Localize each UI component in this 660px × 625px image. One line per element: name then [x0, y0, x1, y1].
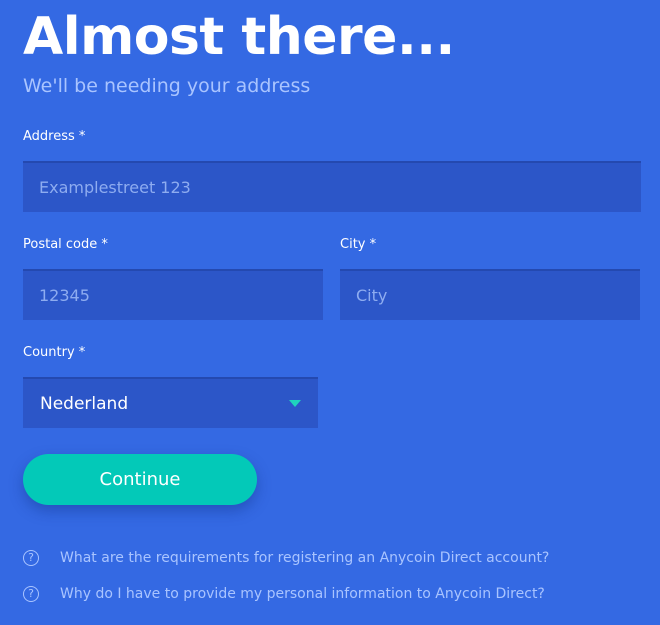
faq-link-requirements[interactable]: ? What are the requirements for register… [23, 547, 549, 569]
country-label: Country * [23, 345, 86, 360]
country-select[interactable]: Nederland [23, 377, 318, 428]
postal-code-label: Postal code * [23, 237, 108, 252]
postal-code-input[interactable] [23, 271, 323, 320]
continue-button[interactable]: Continue [23, 454, 257, 505]
city-field-wrapper [340, 269, 640, 320]
faq-link-text: What are the requirements for registerin… [60, 550, 550, 566]
address-field-wrapper [23, 161, 641, 212]
postal-code-field-wrapper [23, 269, 323, 320]
page-title: Almost there... [23, 7, 455, 67]
page-subtitle: We'll be needing your address [23, 75, 311, 97]
question-circle-icon: ? [23, 586, 39, 602]
address-label: Address * [23, 129, 86, 144]
faq-link-text: Why do I have to provide my personal inf… [60, 586, 545, 602]
city-input[interactable] [340, 271, 640, 320]
caret-down-icon [289, 400, 301, 407]
faq-link-personal-information[interactable]: ? Why do I have to provide my personal i… [23, 583, 545, 605]
country-selected-value: Nederland [40, 394, 129, 414]
address-input[interactable] [23, 163, 641, 212]
question-circle-icon: ? [23, 550, 39, 566]
city-label: City * [340, 237, 377, 252]
